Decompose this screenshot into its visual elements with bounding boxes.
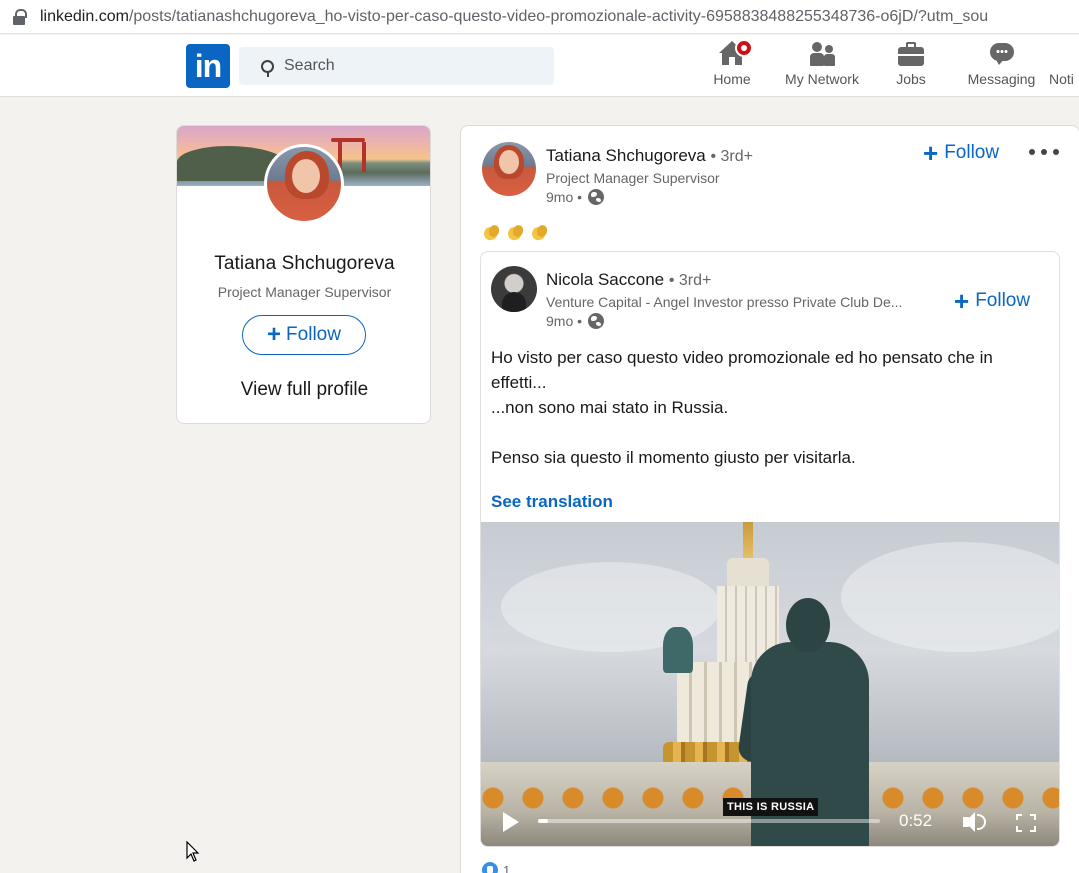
clap-icon	[482, 223, 501, 241]
search-input[interactable]	[284, 57, 524, 75]
spire-graphic	[743, 522, 753, 562]
reshared-post[interactable]: Nicola Saccone • 3rd+ Venture Capital - …	[480, 251, 1060, 847]
reactions-summary[interactable]: 1	[482, 862, 510, 873]
post-text-line: ...non sono mai stato in Russia.	[491, 398, 729, 417]
notification-badge	[735, 39, 753, 57]
reshared-follow-button[interactable]: + Follow	[954, 288, 1030, 314]
url-domain: linkedin.com	[40, 7, 129, 25]
post-text-line: Ho visto per caso questo video promozion…	[491, 348, 993, 392]
profile-avatar[interactable]	[264, 144, 344, 224]
follow-label: Follow	[944, 142, 1000, 163]
globe-icon	[588, 189, 605, 205]
see-translation-link[interactable]: See translation	[491, 492, 613, 512]
like-icon	[482, 862, 498, 873]
video-time: 0:52	[899, 811, 933, 830]
profile-follow-button[interactable]: + Follow	[242, 315, 366, 355]
author-name-text: Tatiana Shchugoreva	[546, 146, 706, 165]
home-icon	[717, 39, 753, 67]
nav-label-jobs: Jobs	[896, 71, 926, 87]
globe-icon	[588, 313, 605, 329]
nav-item-messaging[interactable]: Messaging	[965, 41, 1038, 91]
follow-label: Follow	[975, 290, 1031, 311]
post-time: 9mo •	[546, 189, 583, 205]
post-author-title: Project Manager Supervisor	[546, 170, 720, 186]
nav-item-my-network[interactable]: My Network	[780, 41, 864, 91]
browser-address-bar[interactable]: linkedin.com/posts/tatianashchugoreva_ho…	[0, 0, 1079, 34]
chat-icon	[987, 41, 1017, 67]
nav-item-home[interactable]: Home	[711, 39, 753, 91]
play-icon[interactable]	[503, 812, 519, 832]
plus-icon: +	[267, 321, 282, 348]
video-player[interactable]: THIS IS RUSSIA 0:52	[481, 522, 1059, 846]
fullscreen-icon[interactable]	[1016, 814, 1036, 832]
nav-label-messaging: Messaging	[967, 71, 1036, 87]
clap-icon	[506, 223, 525, 241]
nav-label-notifications: Noti	[1049, 71, 1074, 87]
post-meta: 9mo •	[546, 189, 605, 205]
nav-item-notifications[interactable]: Noti	[1049, 41, 1079, 91]
post-follow-button[interactable]: + Follow	[923, 140, 999, 166]
post-text-line: Penso sia questo il momento giusto per v…	[491, 448, 856, 467]
bell-icon	[1049, 41, 1079, 67]
lock-icon	[12, 8, 28, 26]
reshared-name-text: Nicola Saccone	[546, 270, 665, 289]
video-progress-bar[interactable]	[538, 819, 880, 823]
profile-name[interactable]: Tatiana Shchugoreva	[177, 253, 430, 275]
nav-label-my-network: My Network	[785, 71, 859, 87]
search-icon	[261, 59, 274, 77]
follow-label: Follow	[286, 324, 341, 345]
post-author-avatar[interactable]	[482, 142, 536, 196]
top-nav-bar: in Home My Network Jobs Messaging Noti	[0, 35, 1079, 97]
video-controls: 0:52	[481, 798, 1059, 846]
network-icon	[807, 41, 837, 67]
plus-icon: +	[954, 286, 970, 316]
search-box[interactable]	[239, 47, 554, 85]
reshared-time: 9mo •	[546, 313, 583, 329]
reactions-count: 1	[503, 862, 511, 873]
logo-text: in	[194, 47, 222, 84]
post-body-text: Ho visto per caso questo video promozion…	[491, 345, 1031, 470]
plus-icon: +	[923, 138, 939, 168]
reshared-meta: 9mo •	[546, 313, 605, 329]
profile-title: Project Manager Supervisor	[217, 284, 392, 300]
connection-degree: • 3rd+	[710, 148, 753, 165]
nav-item-jobs[interactable]: Jobs	[895, 41, 927, 91]
clap-emojis	[482, 223, 549, 243]
post-author-name[interactable]: Tatiana Shchugoreva • 3rd+	[546, 146, 753, 166]
reshared-author-avatar[interactable]	[491, 266, 537, 312]
clap-icon	[530, 223, 549, 241]
url-text[interactable]: linkedin.com/posts/tatianashchugoreva_ho…	[40, 8, 988, 26]
nav-label-home: Home	[713, 71, 751, 87]
feed-post: Tatiana Shchugoreva • 3rd+ Project Manag…	[460, 125, 1079, 873]
reshared-author-title: Venture Capital - Angel Investor presso …	[546, 294, 903, 310]
connection-degree: • 3rd+	[668, 272, 712, 289]
linkedin-logo[interactable]: in	[186, 44, 230, 88]
more-options-icon[interactable]	[1029, 146, 1059, 158]
url-path: /posts/tatianashchugoreva_ho-visto-per-c…	[128, 7, 989, 25]
video-progress-fill	[538, 819, 549, 823]
reshared-author-name[interactable]: Nicola Saccone • 3rd+	[546, 270, 711, 290]
profile-card: Tatiana Shchugoreva Project Manager Supe…	[176, 125, 431, 424]
briefcase-icon	[896, 41, 926, 67]
post-text-line	[491, 420, 1031, 445]
view-full-profile-link[interactable]: View full profile	[177, 379, 430, 401]
